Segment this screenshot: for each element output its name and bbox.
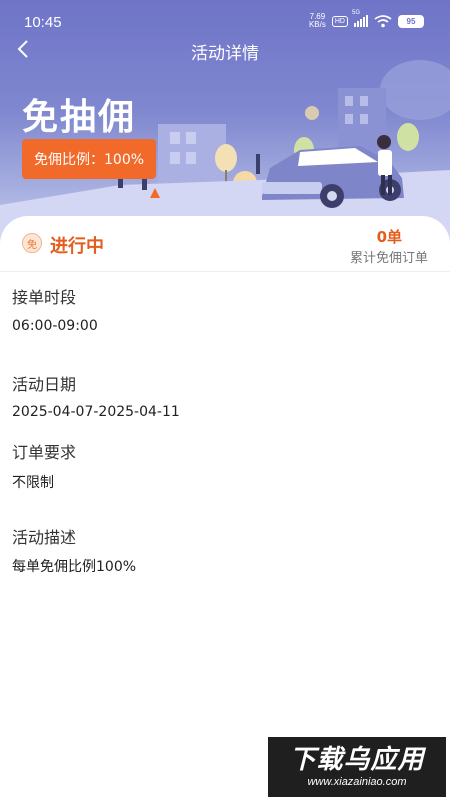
order-count-label: 累计免佣订单 xyxy=(349,251,428,266)
hd-icon: HD xyxy=(331,15,348,27)
commission-free-icon: 免 xyxy=(22,233,42,253)
order-time-label: 接单时段 xyxy=(12,288,77,307)
watermark-title: 下载乌应用 xyxy=(289,745,425,775)
activity-status: 进行中 xyxy=(50,236,104,257)
activity-description-label: 活动描述 xyxy=(12,528,77,547)
net-speed: 7.69 KB/s xyxy=(308,12,326,29)
activity-date-label: 活动日期 xyxy=(12,375,77,394)
status-time: 10:45 xyxy=(24,14,62,31)
activity-date-value: 2025-04-07-2025-04-11 xyxy=(12,404,180,420)
commission-badge: 免佣比例：100% xyxy=(22,139,157,179)
hero-title: 免抽佣 xyxy=(22,97,137,138)
signal-icon: 5G xyxy=(352,10,368,27)
order-time-value: 06:00-09:00 xyxy=(12,318,98,334)
order-requirement-label: 订单要求 xyxy=(12,443,77,462)
wifi-icon xyxy=(374,14,392,27)
status-card: 免 进行中 0单 累计免佣订单 xyxy=(0,216,450,272)
activity-description-value: 每单免佣比例100% xyxy=(12,559,137,575)
battery-icon: 95 xyxy=(398,14,424,28)
status-bar: 10:45 7.69 KB/s HD 5G 95 xyxy=(0,0,450,34)
watermark: 下载乌应用 www.xiazainiao.com xyxy=(268,737,446,797)
network-type: 5G xyxy=(352,10,361,16)
status-icons: 7.69 KB/s HD 5G 95 xyxy=(308,10,424,29)
page-title: 活动详情 xyxy=(191,44,259,64)
order-count: 0单 xyxy=(376,228,402,246)
watermark-url: www.xiazainiao.com xyxy=(307,776,407,788)
order-requirement-value: 不限制 xyxy=(12,475,54,491)
nav-bar: 活动详情 xyxy=(0,34,450,64)
hero-banner: 10:45 7.69 KB/s HD 5G 95 活动详情 免抽佣 免佣比例：1… xyxy=(0,0,450,250)
